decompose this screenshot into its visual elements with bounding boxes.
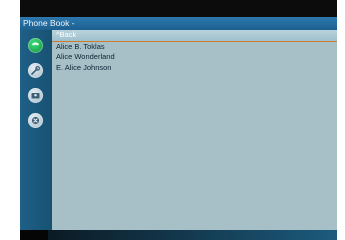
bottom-strip	[48, 230, 337, 240]
device-screen: Phone Book - ^Back Alice B. Toklas Alice…	[20, 0, 337, 240]
close-button[interactable]	[28, 113, 43, 128]
list-item[interactable]: Alice B. Toklas	[52, 42, 337, 53]
sidebar	[20, 30, 52, 230]
contact-list: ^Back Alice B. Toklas Alice Wonderland E…	[52, 30, 337, 230]
contact-card-button[interactable]	[28, 88, 43, 103]
call-button[interactable]	[28, 38, 43, 53]
bottom-bar	[20, 230, 337, 240]
settings-button[interactable]	[28, 63, 43, 78]
phone-icon	[32, 42, 39, 46]
list-item[interactable]: Alice Wonderland	[52, 52, 337, 63]
title-bar: Phone Book -	[20, 17, 337, 30]
close-icon	[31, 116, 40, 125]
window-title: Phone Book -	[23, 18, 75, 28]
list-item[interactable]: E. Alice Johnson	[52, 63, 337, 74]
wrench-icon	[31, 66, 41, 75]
back-item[interactable]: ^Back	[52, 30, 337, 42]
contact-card-icon	[31, 93, 40, 99]
